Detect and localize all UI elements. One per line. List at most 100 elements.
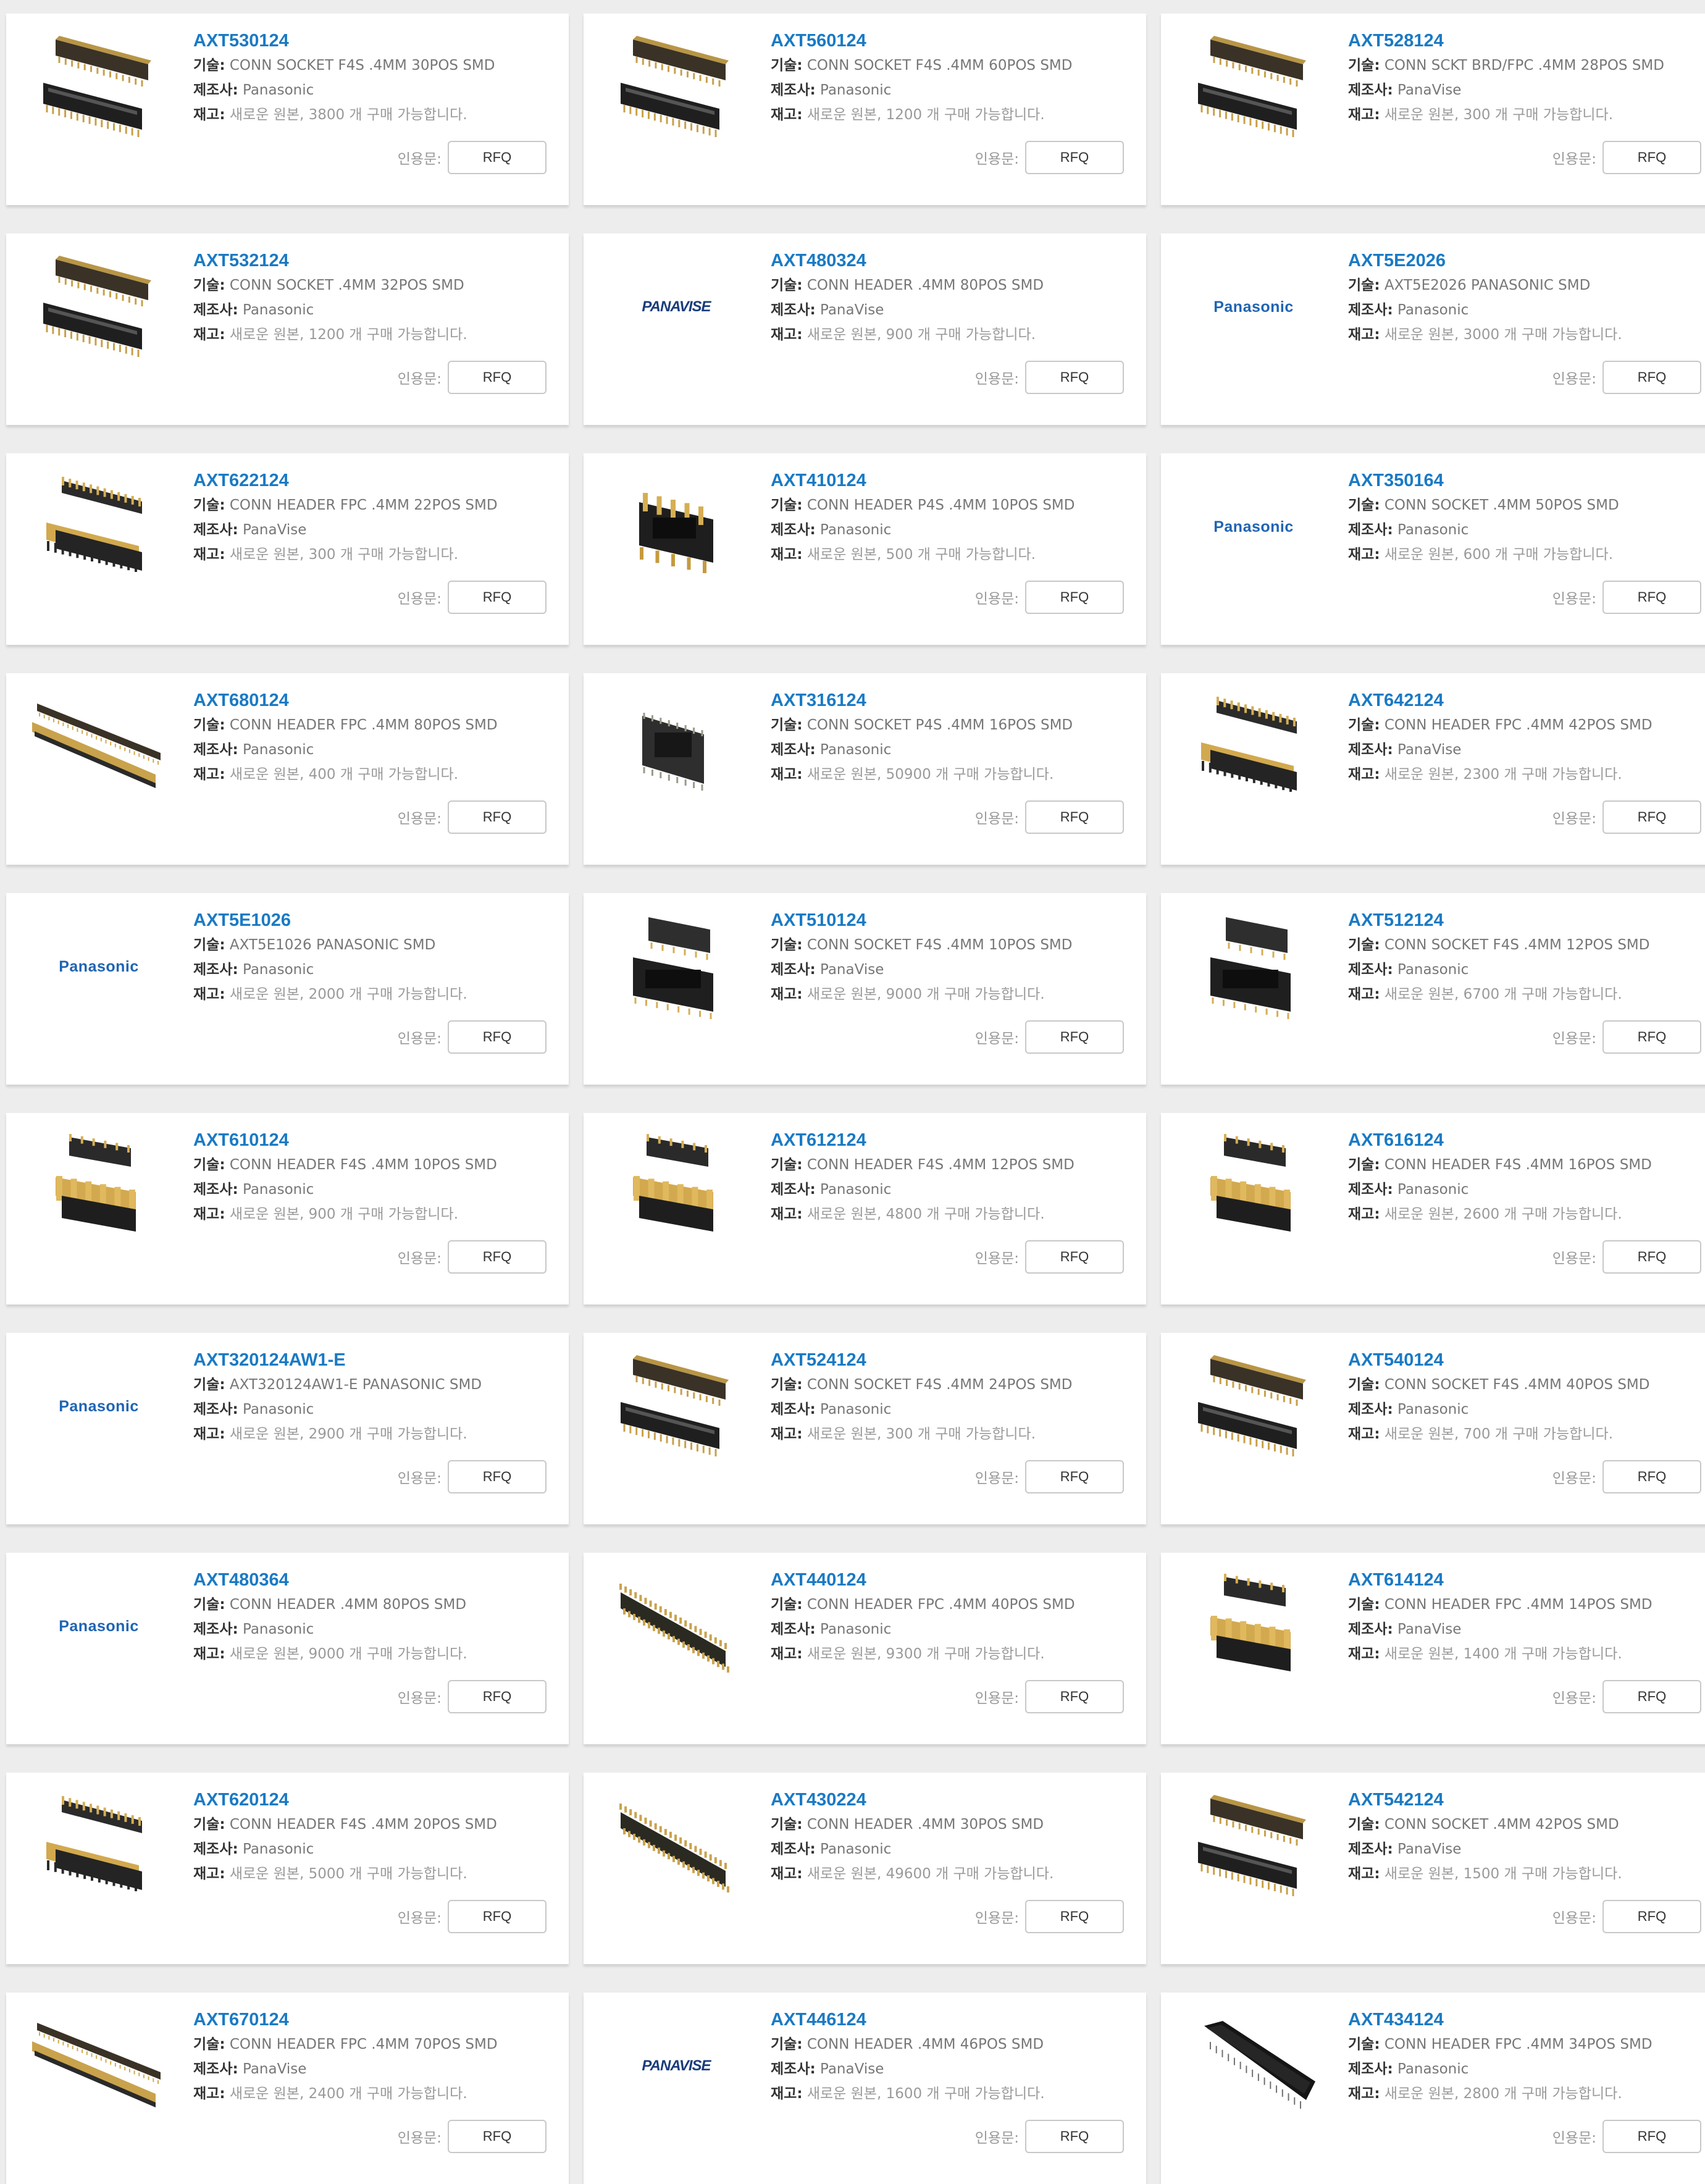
rfq-button[interactable]: RFQ — [448, 1900, 547, 1933]
product-image[interactable] — [1173, 688, 1334, 805]
part-number-link[interactable]: AXT320124AW1-E — [193, 1348, 556, 1372]
part-number-link[interactable]: AXT560124 — [771, 28, 1134, 53]
rfq-button[interactable]: RFQ — [1025, 1900, 1124, 1933]
part-number-link[interactable]: AXT620124 — [193, 1787, 556, 1812]
part-number-link[interactable]: AXT610124 — [193, 1128, 556, 1153]
maker-label: 제조사: — [1348, 742, 1393, 758]
product-image[interactable] — [1173, 1348, 1334, 1465]
rfq-button[interactable]: RFQ — [448, 581, 547, 614]
rfq-button[interactable]: RFQ — [448, 141, 547, 174]
product-image[interactable] — [596, 28, 756, 146]
product-image[interactable] — [596, 688, 756, 805]
product-info: AXT560124 기술: CONN SOCKET F4S .4MM 60POS… — [771, 28, 1134, 127]
product-image[interactable]: PANAVISE — [596, 2007, 756, 2125]
product-image[interactable] — [1173, 28, 1334, 146]
rfq-button[interactable]: RFQ — [1602, 1900, 1701, 1933]
product-image[interactable]: PANAVISE — [596, 248, 756, 366]
stock-label: 재고: — [771, 1206, 803, 1222]
part-number-link[interactable]: AXT680124 — [193, 688, 556, 713]
product-image[interactable] — [1173, 1568, 1334, 1685]
rfq-button[interactable]: RFQ — [448, 1240, 547, 1274]
product-image[interactable] — [596, 908, 756, 1025]
rfq-button[interactable]: RFQ — [1025, 2120, 1124, 2153]
rfq-button[interactable]: RFQ — [1025, 581, 1124, 614]
product-image[interactable] — [19, 248, 179, 366]
product-image[interactable] — [19, 1128, 179, 1245]
product-image[interactable] — [596, 468, 756, 586]
part-number-link[interactable]: AXT440124 — [771, 1568, 1134, 1592]
tech-value: CONN HEADER FPC .4MM 40POS SMD — [806, 1597, 1075, 1613]
part-number-link[interactable]: AXT480324 — [771, 248, 1134, 273]
rfq-button[interactable]: RFQ — [1602, 2120, 1701, 2153]
part-number-link[interactable]: AXT5E2026 — [1348, 248, 1705, 273]
rfq-button[interactable]: RFQ — [1602, 1020, 1701, 1054]
product-image[interactable] — [596, 1787, 756, 1905]
part-number-link[interactable]: AXT642124 — [1348, 688, 1705, 713]
part-number-link[interactable]: AXT480364 — [193, 1568, 556, 1592]
part-number-link[interactable]: AXT532124 — [193, 248, 556, 273]
part-number-link[interactable]: AXT350164 — [1348, 468, 1705, 493]
rfq-button[interactable]: RFQ — [448, 1020, 547, 1054]
part-number-link[interactable]: AXT540124 — [1348, 1348, 1705, 1372]
rfq-button[interactable]: RFQ — [1602, 141, 1701, 174]
product-image[interactable] — [1173, 1787, 1334, 1905]
stock-value: 새로운 원본, 1600 개 구매 가능합니다. — [806, 2086, 1045, 2102]
part-number-link[interactable]: AXT622124 — [193, 468, 556, 493]
tech-value: CONN SOCKET .4MM 50POS SMD — [1384, 497, 1619, 513]
part-number-link[interactable]: AXT510124 — [771, 908, 1134, 933]
part-number-link[interactable]: AXT5E1026 — [193, 908, 556, 933]
part-number-link[interactable]: AXT530124 — [193, 28, 556, 53]
product-image[interactable] — [19, 28, 179, 146]
part-number-link[interactable]: AXT524124 — [771, 1348, 1134, 1372]
part-number-link[interactable]: AXT528124 — [1348, 28, 1705, 53]
product-image[interactable] — [19, 2007, 179, 2125]
product-image[interactable] — [1173, 908, 1334, 1025]
product-image[interactable]: Panasonic — [19, 908, 179, 1025]
part-number-link[interactable]: AXT616124 — [1348, 1128, 1705, 1153]
product-image[interactable] — [19, 468, 179, 586]
maker-value: Panasonic — [243, 1401, 314, 1418]
part-number-link[interactable]: AXT612124 — [771, 1128, 1134, 1153]
product-image[interactable] — [596, 1568, 756, 1685]
product-image[interactable] — [596, 1348, 756, 1465]
product-image[interactable] — [1173, 1128, 1334, 1245]
rfq-button[interactable]: RFQ — [448, 1680, 547, 1713]
product-image[interactable]: Panasonic — [19, 1568, 179, 1685]
product-image[interactable] — [19, 1787, 179, 1905]
small-socket-icon — [596, 688, 756, 805]
part-number-link[interactable]: AXT614124 — [1348, 1568, 1705, 1592]
part-number-link[interactable]: AXT430224 — [771, 1787, 1134, 1812]
product-card: AXT680124 기술: CONN HEADER FPC .4MM 80POS… — [6, 673, 569, 865]
part-number-link[interactable]: AXT446124 — [771, 2007, 1134, 2032]
part-number-link[interactable]: AXT434124 — [1348, 2007, 1705, 2032]
part-number-link[interactable]: AXT542124 — [1348, 1787, 1705, 1812]
rfq-button[interactable]: RFQ — [1602, 1680, 1701, 1713]
rfq-button[interactable]: RFQ — [448, 1460, 547, 1493]
rfq-button[interactable]: RFQ — [1602, 361, 1701, 394]
rfq-button[interactable]: RFQ — [448, 2120, 547, 2153]
part-number-link[interactable]: AXT316124 — [771, 688, 1134, 713]
product-image[interactable] — [1173, 2007, 1334, 2125]
rfq-button[interactable]: RFQ — [1025, 1460, 1124, 1493]
rfq-button[interactable]: RFQ — [1025, 141, 1124, 174]
rfq-button[interactable]: RFQ — [1602, 1240, 1701, 1274]
product-image[interactable] — [19, 688, 179, 805]
part-number-link[interactable]: AXT512124 — [1348, 908, 1705, 933]
rfq-button[interactable]: RFQ — [1602, 1460, 1701, 1493]
rfq-button[interactable]: RFQ — [1025, 1680, 1124, 1713]
rfq-button[interactable]: RFQ — [1025, 361, 1124, 394]
rfq-button[interactable]: RFQ — [1602, 800, 1701, 834]
product-image[interactable]: Panasonic — [19, 1348, 179, 1465]
part-number-link[interactable]: AXT670124 — [193, 2007, 556, 2032]
maker-value: Panasonic — [820, 82, 892, 98]
product-image[interactable]: Panasonic — [1173, 468, 1334, 586]
part-number-link[interactable]: AXT410124 — [771, 468, 1134, 493]
rfq-button[interactable]: RFQ — [1025, 1020, 1124, 1054]
rfq-button[interactable]: RFQ — [1025, 1240, 1124, 1274]
product-image[interactable] — [596, 1128, 756, 1245]
rfq-button[interactable]: RFQ — [1025, 800, 1124, 834]
rfq-button[interactable]: RFQ — [1602, 581, 1701, 614]
rfq-button[interactable]: RFQ — [448, 361, 547, 394]
product-image[interactable]: Panasonic — [1173, 248, 1334, 366]
rfq-button[interactable]: RFQ — [448, 800, 547, 834]
